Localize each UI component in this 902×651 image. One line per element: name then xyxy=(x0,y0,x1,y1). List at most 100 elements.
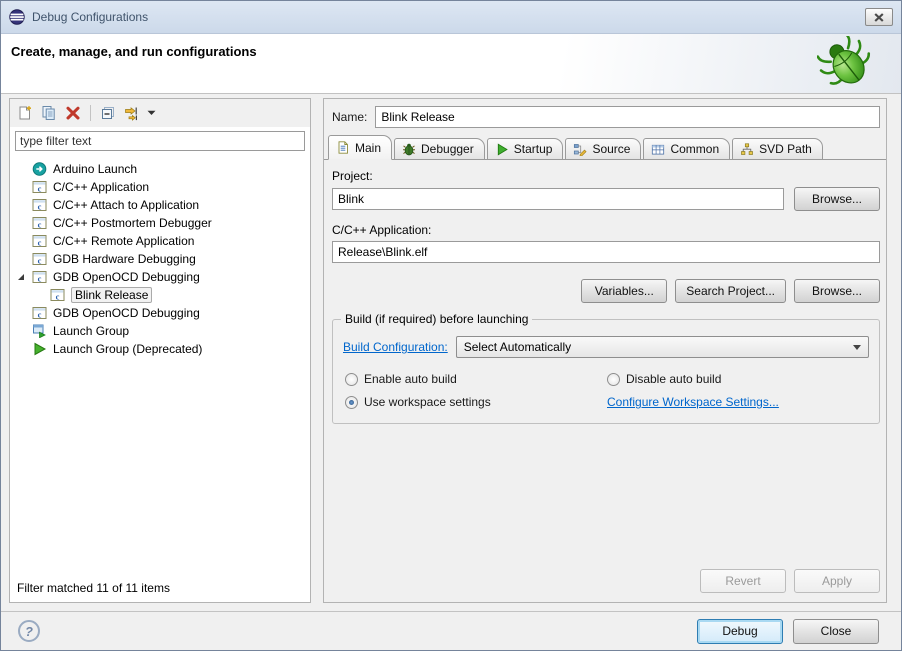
dialog-footer: ? Debug Close xyxy=(1,611,901,650)
configure-workspace-settings-link[interactable]: Configure Workspace Settings... xyxy=(607,395,779,409)
tab-label: Source xyxy=(592,142,630,156)
tree-item[interactable]: cC/C++ Attach to Application xyxy=(10,196,310,214)
radio-disable-auto-build[interactable]: Disable auto build xyxy=(607,372,869,386)
dialog-body: Arduino LaunchcC/C++ ApplicationcC/C++ A… xyxy=(1,95,901,611)
svd-icon xyxy=(740,143,754,156)
name-input[interactable] xyxy=(375,106,880,128)
tree-item[interactable]: c C/C++ Postmortem Debugger xyxy=(10,214,310,232)
tree-item[interactable]: c GDB OpenOCD Debugging xyxy=(10,268,310,286)
collapse-all-icon xyxy=(100,105,116,121)
build-config-row: Build Configuration: Select Automaticall… xyxy=(343,336,869,358)
project-input[interactable] xyxy=(332,188,784,210)
radio-enable-auto-build-label: Enable auto build xyxy=(364,372,457,386)
expander-icon[interactable] xyxy=(18,274,24,280)
c-app-icon: c xyxy=(32,198,47,212)
name-row: Name: xyxy=(324,99,886,133)
tab-label: Main xyxy=(355,141,381,155)
titlebar: Debug Configurations xyxy=(1,1,901,34)
application-input[interactable] xyxy=(332,241,880,263)
name-label: Name: xyxy=(332,110,367,124)
tree-item[interactable]: Launch Group (Deprecated) xyxy=(10,340,310,358)
build-group-title: Build (if required) before launching xyxy=(341,312,532,326)
c-app-icon: c xyxy=(32,270,47,284)
build-configuration-link[interactable]: Build Configuration: xyxy=(343,340,448,354)
tree-item-label: GDB OpenOCD Debugging xyxy=(53,306,200,320)
apply-button: Apply xyxy=(794,569,880,593)
tree-item[interactable]: c GDB Hardware Debugging xyxy=(10,250,310,268)
tree-item-label: C/C++ Remote Application xyxy=(53,234,194,248)
play-icon xyxy=(495,143,509,156)
close-button[interactable]: Close xyxy=(793,619,879,644)
tab-svd-path[interactable]: SVD Path xyxy=(732,138,823,160)
c-app-icon: c xyxy=(32,216,47,230)
radio-enable-auto-build[interactable]: Enable auto build xyxy=(345,372,607,386)
application-browse-button[interactable]: Browse... xyxy=(794,279,880,303)
configurations-toolbar xyxy=(10,99,310,127)
radio-use-workspace-settings[interactable]: Use workspace settings xyxy=(345,395,607,409)
project-browse-button[interactable]: Browse... xyxy=(794,187,880,211)
tree-item[interactable]: c C/C++ Remote Application xyxy=(10,232,310,250)
tab-label: Common xyxy=(670,142,719,156)
variables-button[interactable]: Variables... xyxy=(581,279,667,303)
tree-item[interactable]: Arduino Launch xyxy=(10,160,310,178)
c-app-icon: c xyxy=(32,180,47,194)
radio-icon xyxy=(345,373,358,386)
bug-icon xyxy=(402,143,416,156)
tree-item-label: GDB Hardware Debugging xyxy=(53,252,196,266)
tree-item-label: GDB OpenOCD Debugging xyxy=(53,270,200,284)
radio-icon xyxy=(345,396,358,409)
build-group: Build (if required) before launching Bui… xyxy=(332,319,880,424)
svg-text:c: c xyxy=(38,273,42,283)
auto-build-options: Enable auto build Disable auto build Use… xyxy=(343,372,869,409)
help-icon[interactable]: ? xyxy=(18,620,40,642)
application-label: C/C++ Application: xyxy=(332,223,880,237)
filter-input[interactable] xyxy=(15,131,305,151)
tab-debugger[interactable]: Debugger xyxy=(394,138,485,160)
revert-apply-row: Revert Apply xyxy=(700,569,880,593)
debug-bug-icon xyxy=(817,36,879,97)
c-app-icon: c xyxy=(32,252,47,266)
delete-configuration-icon xyxy=(65,105,81,121)
panel-sash[interactable] xyxy=(312,98,322,603)
svg-text:c: c xyxy=(38,237,42,247)
tree-item[interactable]: cGDB OpenOCD Debugging xyxy=(10,304,310,322)
tab-source[interactable]: Source xyxy=(565,138,641,160)
close-icon xyxy=(874,13,884,22)
debug-configurations-dialog: Debug Configurations Create, manage, and… xyxy=(0,0,902,651)
tree-item[interactable]: Launch Group xyxy=(10,322,310,340)
radio-icon xyxy=(607,373,620,386)
c-app-icon: c xyxy=(50,288,65,302)
delete-configuration-button[interactable] xyxy=(62,102,84,124)
tree-item-label: C/C++ Application xyxy=(53,180,149,194)
tree-item-label: C/C++ Postmortem Debugger xyxy=(53,216,212,230)
filter-row xyxy=(10,127,310,154)
svg-text:c: c xyxy=(38,201,42,211)
duplicate-configuration-button[interactable] xyxy=(38,102,60,124)
launch-group-icon xyxy=(32,324,47,338)
filter-configurations-button[interactable] xyxy=(121,102,143,124)
radio-use-workspace-settings-label: Use workspace settings xyxy=(364,395,491,409)
window-title: Debug Configurations xyxy=(32,10,865,24)
close-window-button[interactable] xyxy=(865,8,893,26)
menu-caret-button[interactable] xyxy=(145,102,157,124)
collapse-all-button[interactable] xyxy=(97,102,119,124)
tree-item[interactable]: c C/C++ Application xyxy=(10,178,310,196)
tab-startup[interactable]: Startup xyxy=(487,138,564,160)
debug-button[interactable]: Debug xyxy=(697,619,783,644)
search-project-button[interactable]: Search Project... xyxy=(675,279,786,303)
tab-common[interactable]: Common xyxy=(643,138,730,160)
tree-item-label: Launch Group (Deprecated) xyxy=(53,342,202,356)
tab-main[interactable]: Main xyxy=(328,135,392,160)
tree-item[interactable]: c Blink Release xyxy=(10,286,310,304)
filter-configurations-icon xyxy=(124,105,140,121)
table-icon xyxy=(651,143,665,156)
tree-item-label: Arduino Launch xyxy=(53,162,137,176)
launch-group-deprecated-icon xyxy=(32,342,47,356)
menu-caret-icon xyxy=(147,110,156,116)
build-configuration-combo[interactable]: Select Automatically xyxy=(456,336,869,358)
new-configuration-button[interactable] xyxy=(14,102,36,124)
chevron-down-icon xyxy=(853,345,861,350)
tree-item-label: Blink Release xyxy=(71,287,152,303)
toolbar-separator xyxy=(90,105,91,121)
svg-text:c: c xyxy=(38,255,42,265)
